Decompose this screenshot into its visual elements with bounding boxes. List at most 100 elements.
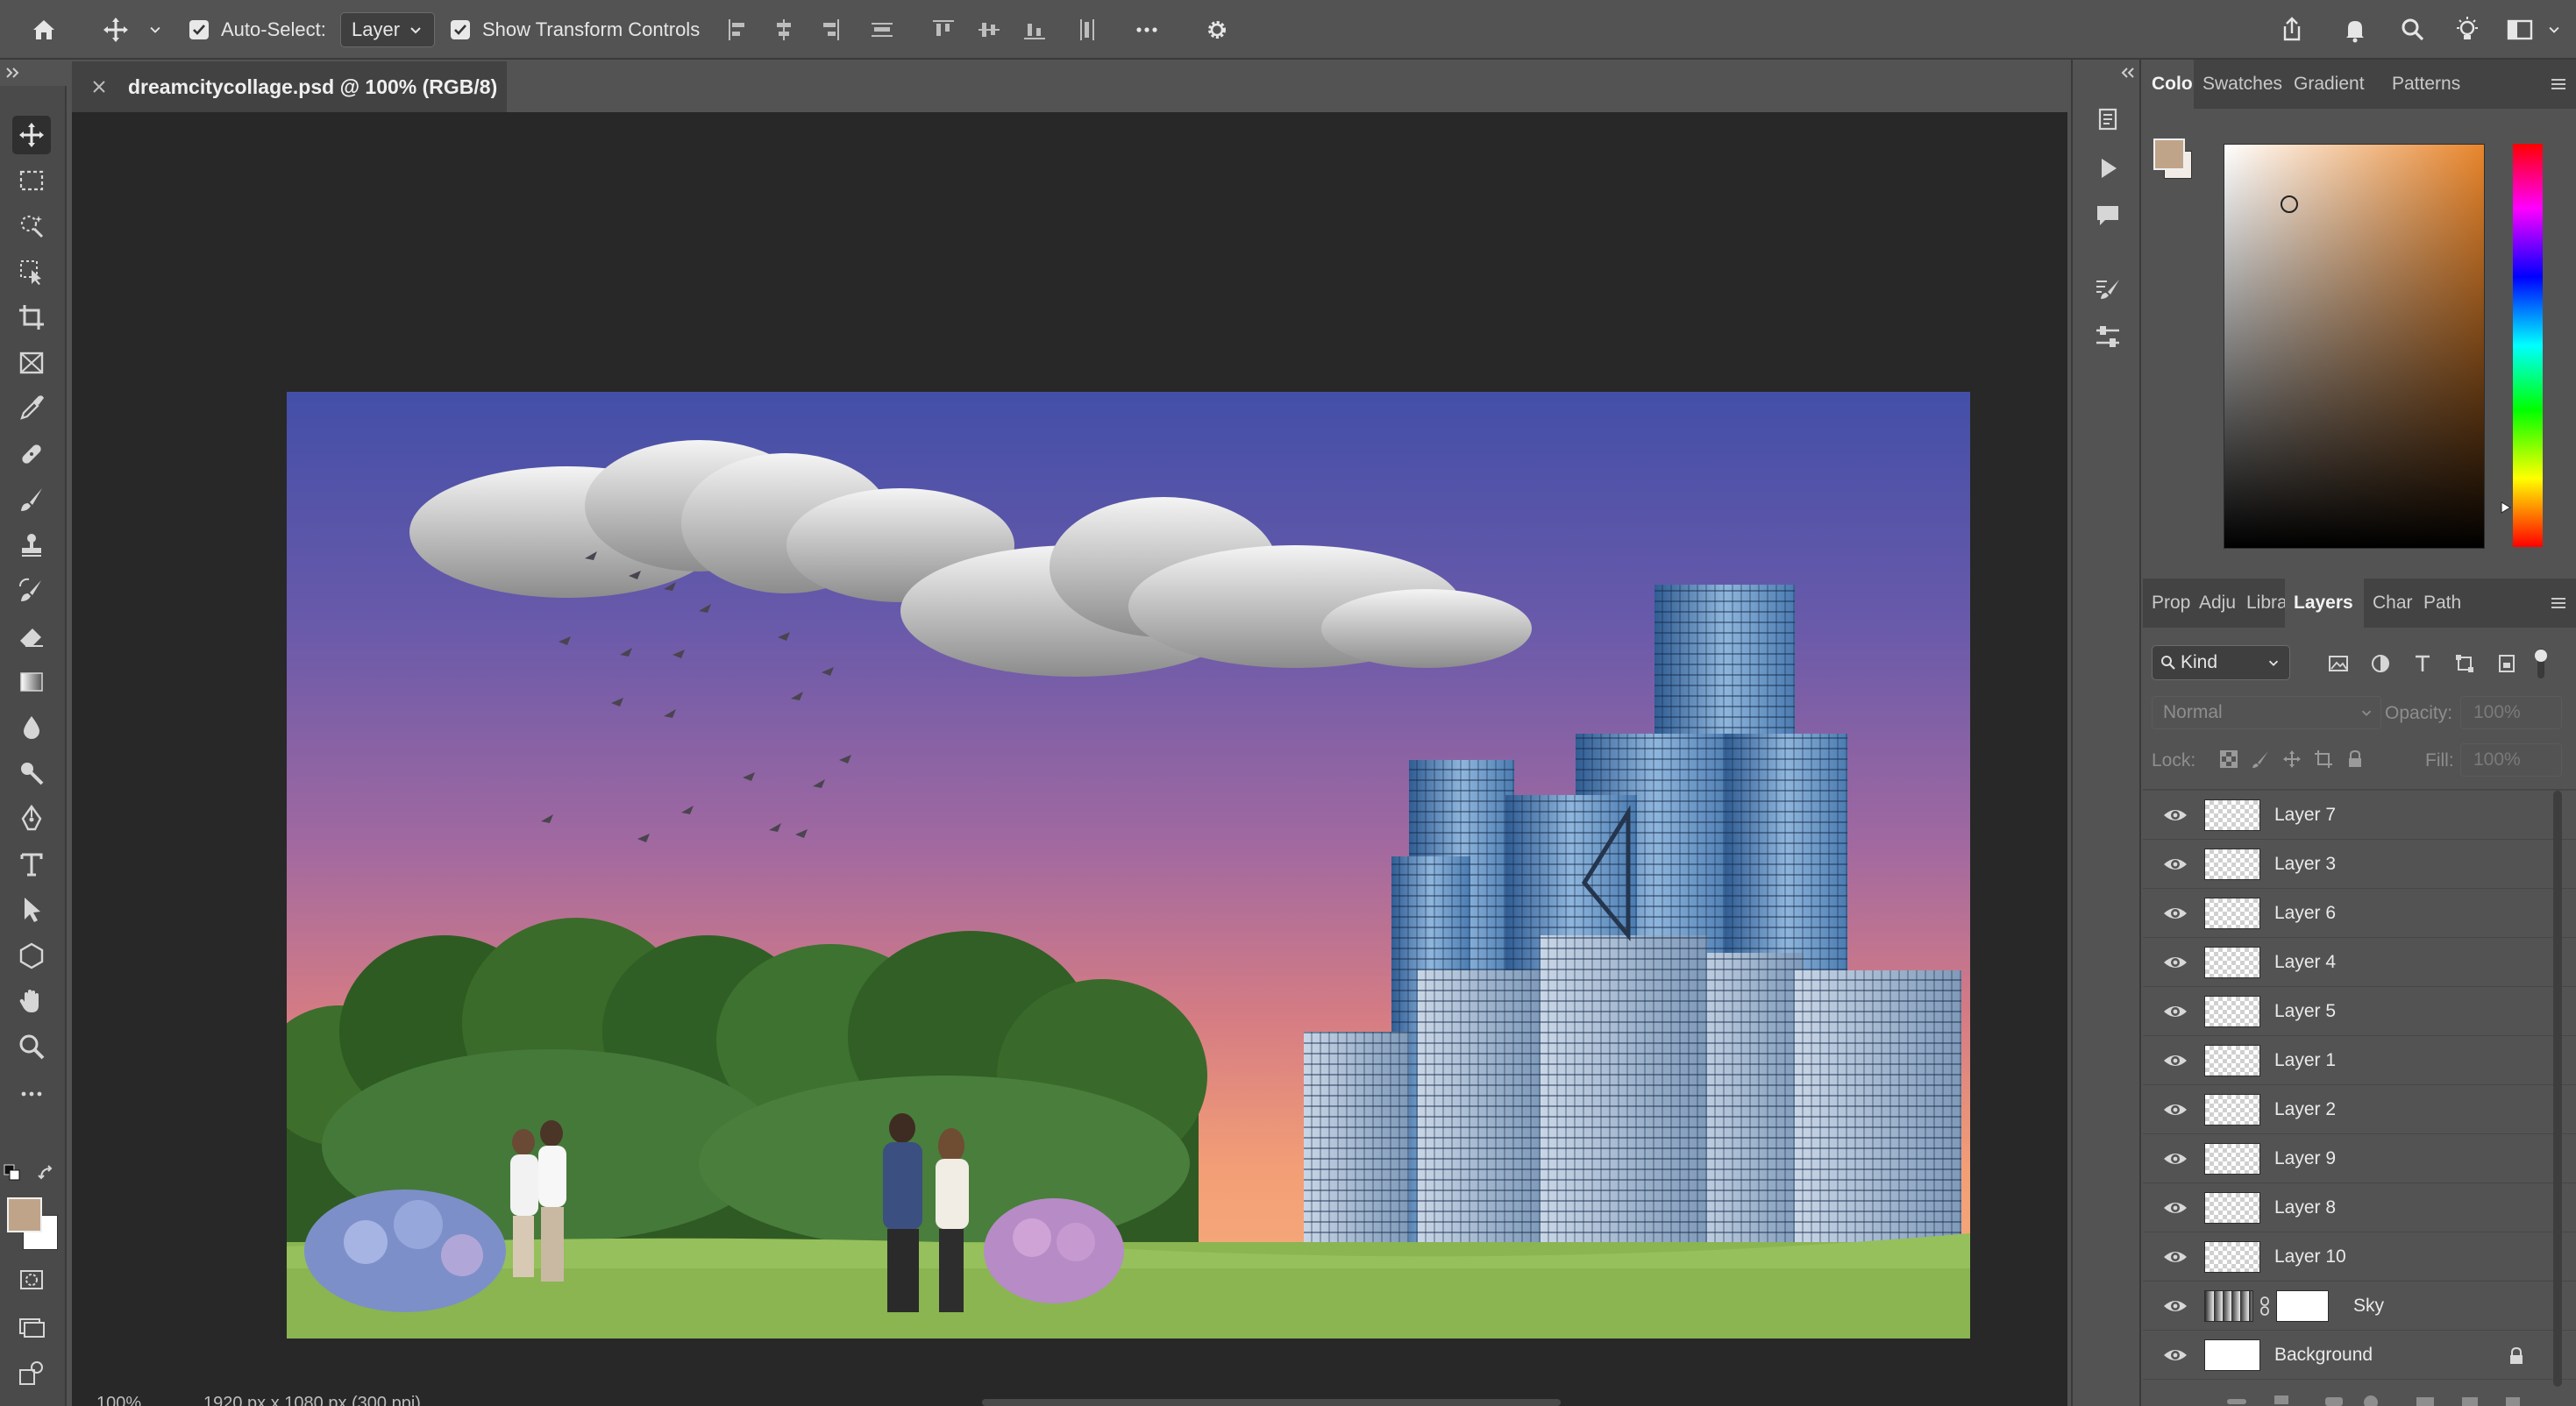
layer-row-layer-3[interactable]: Layer 3 — [2143, 840, 2576, 889]
visibility-eye-icon[interactable] — [2162, 1001, 2188, 1022]
object-selection-icon[interactable] — [12, 207, 51, 245]
layer-row-layer-2[interactable]: Layer 2 — [2143, 1085, 2576, 1134]
layer-row-layer-4[interactable]: Layer 4 — [2143, 938, 2576, 987]
clone-stamp-icon[interactable] — [12, 526, 51, 565]
type-tool-icon[interactable] — [12, 845, 51, 884]
layer-row-layer-1[interactable]: Layer 1 — [2143, 1036, 2576, 1085]
panel-menu-icon[interactable] — [2548, 593, 2569, 614]
layer-filter-dropdown[interactable]: Kind — [2152, 645, 2290, 680]
close-icon[interactable] — [89, 77, 109, 96]
collapse-toolbox-icon[interactable] — [0, 60, 70, 86]
align-bottom-icon[interactable] — [1019, 0, 1050, 60]
tab-color[interactable]: Color — [2143, 60, 2194, 109]
layer-row-layer-5[interactable]: Layer 5 — [2143, 987, 2576, 1036]
visibility-eye-icon[interactable] — [2162, 1296, 2188, 1317]
foreground-color-swatch[interactable] — [7, 1197, 42, 1232]
more-options-icon[interactable] — [1131, 0, 1163, 60]
tab-adjustments[interactable]: Adju — [2190, 579, 2238, 628]
visibility-eye-icon[interactable] — [2162, 1197, 2188, 1218]
lock-all-icon[interactable] — [2345, 749, 2366, 770]
layers-scrollbar[interactable] — [2553, 791, 2562, 1387]
comment-icon[interactable] — [2090, 198, 2125, 233]
blur-tool-icon[interactable] — [12, 708, 51, 747]
shape-tool-icon[interactable] — [12, 936, 51, 975]
brush-settings-icon[interactable] — [2090, 272, 2125, 307]
visibility-eye-icon[interactable] — [2162, 1099, 2188, 1120]
brush-tool-icon[interactable] — [12, 480, 51, 519]
marquee-tool-icon[interactable] — [12, 161, 51, 200]
visibility-eye-icon[interactable] — [2162, 854, 2188, 875]
align-right-icon[interactable] — [814, 0, 845, 60]
align-middle-v-icon[interactable] — [973, 0, 1005, 60]
distribute-vertical-icon[interactable] — [866, 0, 898, 60]
layer-name[interactable]: Background — [2274, 1331, 2373, 1380]
visibility-eye-icon[interactable] — [2162, 1246, 2188, 1268]
lock-transparent-icon[interactable] — [2218, 749, 2239, 770]
visibility-eye-icon[interactable] — [2162, 805, 2188, 826]
history-panel-icon[interactable] — [2090, 102, 2125, 137]
layer-name[interactable]: Layer 2 — [2274, 1085, 2336, 1134]
visibility-eye-icon[interactable] — [2162, 1345, 2188, 1366]
eraser-icon[interactable] — [12, 617, 51, 656]
more-tools-icon[interactable] — [12, 1075, 51, 1113]
visibility-eye-icon[interactable] — [2162, 952, 2188, 973]
history-brush-icon[interactable] — [12, 572, 51, 610]
adjustments-sliders-icon[interactable] — [2090, 319, 2125, 354]
layer-row-layer-9[interactable]: Layer 9 — [2143, 1134, 2576, 1183]
search-icon[interactable] — [2397, 0, 2429, 60]
move-tool-preset-icon[interactable] — [100, 0, 132, 60]
dodge-tool-icon[interactable] — [12, 754, 51, 792]
align-center-h-icon[interactable] — [768, 0, 800, 60]
fill-field[interactable]: 100% — [2460, 743, 2562, 777]
play-actions-icon[interactable] — [2090, 151, 2125, 186]
distribute-horizontal-icon[interactable] — [1071, 0, 1103, 60]
layer-row-layer-6[interactable]: Layer 6 — [2143, 889, 2576, 938]
eyedropper-icon[interactable] — [12, 389, 51, 428]
crop-tool-icon[interactable] — [12, 298, 51, 337]
pen-tool-icon[interactable] — [12, 799, 51, 838]
auto-select-checkbox[interactable] — [189, 0, 209, 60]
tab-character[interactable]: Char — [2364, 579, 2415, 628]
chevron-down-icon[interactable] — [2544, 0, 2564, 60]
hue-slider-handle[interactable] — [2501, 501, 2511, 514]
lock-artboard-icon[interactable] — [2313, 749, 2334, 770]
hue-slider[interactable] — [2513, 144, 2543, 547]
align-top-icon[interactable] — [928, 0, 959, 60]
layer-name[interactable]: Layer 7 — [2274, 791, 2336, 840]
move-tool-icon[interactable] — [12, 116, 51, 154]
workspace-icon[interactable] — [2504, 0, 2536, 60]
tab-layers[interactable]: Layers — [2285, 579, 2364, 628]
auto-select-dropdown[interactable]: Layer — [340, 12, 435, 47]
tab-properties[interactable]: Prop — [2143, 579, 2190, 628]
horizontal-scrollbar[interactable] — [982, 1399, 1561, 1406]
home-icon[interactable] — [28, 0, 60, 60]
opacity-field[interactable]: 100% — [2460, 696, 2562, 729]
layer-row-layer-7[interactable]: Layer 7 — [2143, 791, 2576, 840]
filter-type-icon[interactable] — [2411, 652, 2434, 675]
color-picker-handle[interactable] — [2281, 195, 2298, 213]
layer-name[interactable]: Layer 4 — [2274, 938, 2336, 987]
layer-row-sky[interactable]: Sky — [2143, 1282, 2576, 1331]
default-colors-icon[interactable] — [4, 1164, 21, 1182]
healing-brush-icon[interactable] — [12, 435, 51, 473]
document-tab[interactable]: dreamcitycollage.psd @ 100% (RGB/8) — [72, 61, 507, 112]
tab-gradient[interactable]: Gradient — [2285, 60, 2383, 109]
tab-paths[interactable]: Path — [2415, 579, 2467, 628]
document-canvas[interactable] — [287, 392, 1970, 1339]
filter-shape-icon[interactable] — [2453, 652, 2476, 675]
share-icon[interactable] — [2276, 0, 2308, 60]
filter-smart-object-icon[interactable] — [2495, 652, 2518, 675]
gear-icon[interactable] — [1201, 0, 1233, 60]
quick-selection-icon[interactable] — [12, 252, 51, 291]
panel-menu-icon[interactable] — [2548, 74, 2569, 95]
layer-name[interactable]: Layer 9 — [2274, 1134, 2336, 1183]
screen-mode-icon[interactable] — [12, 1308, 51, 1346]
layer-name[interactable]: Layer 10 — [2274, 1232, 2346, 1282]
zoom-level[interactable]: 100% — [96, 1388, 141, 1406]
layer-name[interactable]: Layer 8 — [2274, 1183, 2336, 1232]
layer-name[interactable]: Sky — [2353, 1282, 2384, 1331]
frame-tool-icon[interactable] — [12, 344, 51, 382]
tab-swatches[interactable]: Swatches — [2194, 60, 2285, 109]
lock-icon[interactable] — [2508, 1346, 2525, 1366]
layer-row-layer-8[interactable]: Layer 8 — [2143, 1183, 2576, 1232]
